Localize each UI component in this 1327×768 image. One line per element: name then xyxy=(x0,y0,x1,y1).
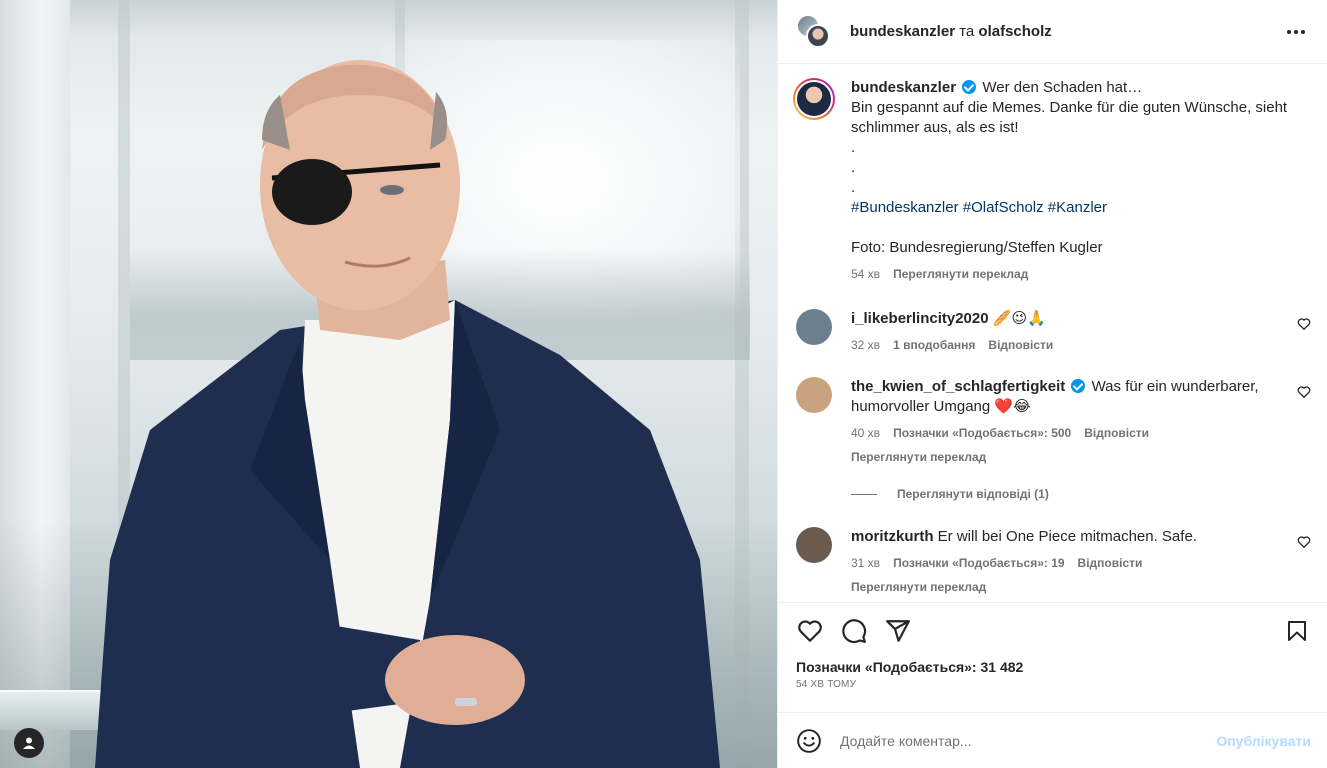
heart-icon[interactable] xyxy=(1297,535,1311,549)
avatar[interactable] xyxy=(796,527,832,563)
avatar xyxy=(806,23,830,48)
caption-dot: . xyxy=(851,139,856,156)
comment-time[interactable]: 32 хв xyxy=(851,335,880,355)
caption-username[interactable]: bundeskanzler xyxy=(851,79,956,96)
share-button[interactable] xyxy=(884,617,912,645)
divider xyxy=(851,493,877,495)
heart-icon[interactable] xyxy=(1297,317,1311,331)
reply-button[interactable]: Відповісти xyxy=(1084,423,1149,443)
verified-icon xyxy=(962,80,977,94)
caption-dot: . xyxy=(851,159,856,176)
post-header: bundeskanzler та olafscholz xyxy=(778,0,1327,64)
view-replies-button[interactable]: Переглянути відповіді (1) xyxy=(851,487,1311,501)
authors-conjunction: та xyxy=(959,23,975,40)
post-modal: bundeskanzler та olafscholz bundeskanzle… xyxy=(0,0,1327,768)
comment-time[interactable]: 31 хв xyxy=(851,553,880,573)
heart-icon xyxy=(798,620,822,642)
comment-username[interactable]: moritzkurth xyxy=(851,528,934,545)
more-options-button[interactable] xyxy=(1281,24,1311,40)
user-icon xyxy=(23,737,35,749)
post-authors: bundeskanzler та olafscholz xyxy=(850,23,1281,40)
portrait-illustration xyxy=(95,60,720,768)
verified-icon xyxy=(1071,379,1086,393)
comment-icon xyxy=(842,619,867,644)
tagged-users-button[interactable] xyxy=(14,728,44,758)
author-link[interactable]: bundeskanzler xyxy=(850,23,955,40)
caption-time[interactable]: 54 хв xyxy=(851,264,880,284)
comments-list[interactable]: bundeskanzler Wer den Schaden hat… Bin g… xyxy=(778,64,1327,602)
see-translation-link[interactable]: Переглянути переклад xyxy=(851,447,1311,467)
comment-text: 🥖😉🙏 xyxy=(992,310,1046,327)
caption-line: Wer den Schaden hat… xyxy=(982,79,1143,96)
post-timestamp[interactable]: 54 ХВ ТОМУ xyxy=(796,679,1311,690)
comment-username[interactable]: i_likeberlincity2020 xyxy=(851,310,989,327)
avatar[interactable] xyxy=(793,78,835,120)
comment-likes[interactable]: Позначки «Подобається»: 500 xyxy=(893,423,1071,443)
post-actions: Позначки «Подобається»: 31 482 54 ХВ ТОМ… xyxy=(778,602,1327,712)
comment-item: the_kwien_of_schlagfertigkeit Was für ei… xyxy=(796,377,1311,467)
hashtag-link[interactable]: #OlafScholz xyxy=(963,199,1044,216)
comment-input[interactable] xyxy=(840,732,1217,749)
caption-line: Bin gespannt auf die Memes. Danke für di… xyxy=(851,99,1288,136)
post-side-panel: bundeskanzler та olafscholz bundeskanzle… xyxy=(777,0,1327,768)
comment-form: Опублікувати xyxy=(778,712,1327,768)
send-icon xyxy=(886,620,910,642)
view-replies-label: Переглянути відповіді (1) xyxy=(897,487,1049,501)
reply-button[interactable]: Відповісти xyxy=(988,335,1053,355)
comment-likes[interactable]: Позначки «Подобається»: 19 xyxy=(893,553,1064,573)
caption: bundeskanzler Wer den Schaden hat… Bin g… xyxy=(793,78,1311,284)
like-button[interactable] xyxy=(796,617,824,645)
emoji-icon[interactable] xyxy=(796,728,822,754)
see-translation-link[interactable]: Переглянути переклад xyxy=(893,264,1028,284)
comment-item: i_likeberlincity2020 🥖😉🙏 32 хв 1 вподоба… xyxy=(796,309,1311,355)
save-button[interactable] xyxy=(1283,617,1311,645)
avatar[interactable] xyxy=(796,377,832,413)
comment-item: moritzkurth Er will bei One Piece mitmac… xyxy=(796,527,1311,597)
comment-time[interactable]: 40 хв xyxy=(851,423,880,443)
post-photo[interactable] xyxy=(0,0,777,768)
reply-button[interactable]: Відповісти xyxy=(1078,553,1143,573)
comment-text: Er will bei One Piece mitmachen. Safe. xyxy=(937,528,1197,545)
comment-button[interactable] xyxy=(840,617,868,645)
see-translation-link[interactable]: Переглянути переклад xyxy=(851,577,1311,597)
publish-button[interactable]: Опублікувати xyxy=(1216,733,1311,749)
hashtag-link[interactable]: #Kanzler xyxy=(1048,199,1107,216)
comment-username[interactable]: the_kwien_of_schlagfertigkeit xyxy=(851,378,1065,395)
caption-dot: . xyxy=(851,179,856,196)
bookmark-icon xyxy=(1288,621,1306,641)
hashtag-link[interactable]: #Bundeskanzler xyxy=(851,199,959,216)
collab-avatars[interactable] xyxy=(796,13,832,50)
photo-credit: Foto: Bundesregierung/Steffen Kugler xyxy=(851,239,1103,256)
heart-icon[interactable] xyxy=(1297,385,1311,399)
more-icon xyxy=(1287,29,1291,34)
likes-count[interactable]: Позначки «Подобається»: 31 482 xyxy=(796,659,1311,675)
avatar[interactable] xyxy=(796,309,832,345)
comment-likes[interactable]: 1 вподобання xyxy=(893,335,975,355)
author-link[interactable]: olafscholz xyxy=(978,23,1051,40)
